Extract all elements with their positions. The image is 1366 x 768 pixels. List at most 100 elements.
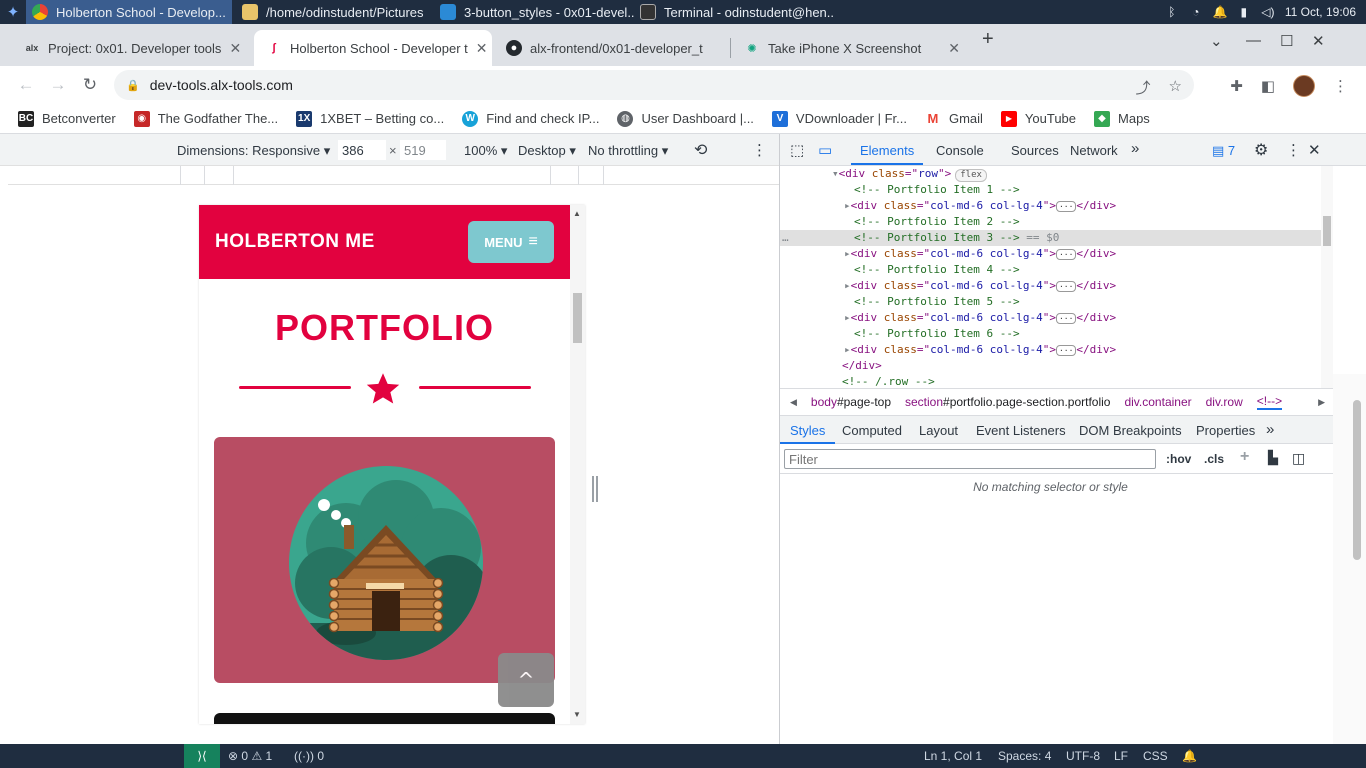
dom-node-line[interactable]: <!-- Portfolio Item 1 --> — [780, 182, 1321, 198]
tab-properties[interactable]: Properties — [1196, 423, 1255, 438]
tab-styles[interactable]: Styles — [790, 423, 825, 438]
indentation[interactable]: Spaces: 4 — [998, 749, 1051, 763]
new-rule-icon[interactable]: + — [1240, 448, 1249, 466]
dimensions-dropdown[interactable]: Dimensions: Responsive ▾ — [177, 143, 330, 159]
dom-line-menu-icon[interactable]: … — [782, 230, 789, 246]
issues-badge[interactable]: ▤ 7 — [1212, 143, 1235, 159]
inspect-element-icon[interactable]: ⬚ — [790, 141, 804, 159]
volume-icon[interactable]: ◁) — [1261, 5, 1275, 19]
scroll-to-top-button[interactable]: ^ — [498, 653, 554, 707]
breadcrumb-item[interactable]: <!--> — [1256, 394, 1283, 410]
site-brand[interactable]: HOLBERTON ME — [215, 231, 375, 253]
expand-arrow-right-icon[interactable]: ▸ — [844, 247, 851, 260]
portfolio-item-card[interactable] — [214, 437, 555, 683]
bookmark-star-icon[interactable]: ☆ — [1169, 77, 1182, 98]
back-button[interactable]: ← — [10, 75, 42, 95]
tab-console[interactable]: Console — [936, 143, 984, 158]
tab-event-listeners[interactable]: Event Listeners — [976, 423, 1066, 438]
wifi-icon[interactable]: ◔ — [1189, 5, 1203, 19]
flex-badge[interactable]: flex — [955, 169, 987, 182]
line-ending[interactable]: LF — [1114, 749, 1128, 763]
dom-scroll-thumb[interactable] — [1323, 216, 1331, 246]
device-type-dropdown[interactable]: Desktop ▾ — [518, 143, 576, 159]
browser-tab-github[interactable]: ● alx-frontend/0x01-developer_t — [494, 30, 730, 66]
browser-tab-project[interactable]: alx Project: 0x01. Developer tools ✕ — [12, 30, 252, 66]
problems-indicator[interactable]: ⊗ 0 ⚠ 1 — [228, 749, 272, 763]
dom-node-line[interactable]: </div> — [780, 358, 1321, 374]
tab-layout[interactable]: Layout — [919, 423, 958, 438]
bookmark-item[interactable]: W Find and check IP... — [462, 110, 599, 127]
bluetooth-icon[interactable]: ᛒ — [1165, 5, 1179, 19]
tab-network[interactable]: Network — [1070, 143, 1118, 158]
collapsed-children-icon[interactable]: ··· — [1055, 201, 1077, 212]
menu-button[interactable]: MENU ≡ — [468, 221, 554, 263]
breadcrumb-scroll-right-icon[interactable]: ▶ — [1318, 397, 1325, 408]
zoom-dropdown[interactable]: 100% ▾ — [464, 143, 507, 159]
dom-node-line[interactable]: <!-- Portfolio Item 5 --> — [780, 294, 1321, 310]
expand-arrow-right-icon[interactable]: ▸ — [844, 311, 851, 324]
close-tab-icon[interactable]: ✕ — [229, 40, 241, 57]
reload-button[interactable]: ↻ — [74, 75, 106, 95]
close-tab-icon[interactable]: ✕ — [476, 40, 488, 57]
bookmark-item[interactable]: ▶ YouTube — [1000, 110, 1076, 127]
taskbar-task-vscode[interactable]: 3-button_styles - 0x01-devel... — [434, 0, 634, 24]
device-more-icon[interactable]: ⋮ — [752, 141, 767, 159]
styles-filter-input[interactable] — [784, 449, 1156, 469]
battery-icon[interactable]: ▮ — [1237, 5, 1251, 19]
expand-arrow-down-icon[interactable]: ▾ — [832, 167, 839, 180]
scroll-up-arrow-icon[interactable]: ▲ — [573, 209, 581, 218]
tab-search-icon[interactable]: ⌄ — [1210, 32, 1223, 50]
class-toggle-button[interactable]: .cls — [1204, 452, 1224, 466]
tab-sources[interactable]: Sources — [1011, 143, 1059, 158]
dom-scrollbar[interactable] — [1321, 166, 1333, 388]
outer-scroll-thumb[interactable] — [1353, 400, 1361, 560]
devtools-more-icon[interactable]: ⋮ — [1286, 141, 1301, 159]
taskbar-task-chrome[interactable]: Holberton School - Develop... — [26, 0, 232, 24]
address-bar[interactable]: 🔒 dev-tools.alx-tools.com ⤴ ☆ — [114, 70, 1194, 100]
rotate-icon[interactable]: ⟲ — [694, 140, 707, 160]
breadcrumb-item[interactable]: div.row — [1206, 395, 1243, 409]
settings-gear-icon[interactable]: ⚙ — [1254, 140, 1268, 160]
os-menu-icon[interactable]: ✦ — [0, 0, 26, 24]
bookmark-item[interactable]: V VDownloader | Fr... — [771, 110, 907, 127]
expand-arrow-right-icon[interactable]: ▸ — [844, 199, 851, 212]
collapsed-children-icon[interactable]: ··· — [1055, 313, 1077, 324]
language-mode[interactable]: CSS — [1143, 749, 1168, 763]
encoding[interactable]: UTF-8 — [1066, 749, 1100, 763]
avatar[interactable] — [1293, 75, 1315, 97]
breadcrumb-scroll-left-icon[interactable]: ◀ — [790, 397, 797, 408]
dom-node-line[interactable]: <!-- Portfolio Item 4 --> — [780, 262, 1321, 278]
collapsed-children-icon[interactable]: ··· — [1055, 345, 1077, 356]
close-devtools-icon[interactable]: ✕ — [1308, 141, 1321, 159]
side-panel-icon[interactable]: ◧ — [1261, 77, 1275, 95]
dom-node-line[interactable]: ▾<div class="row"> flex — [780, 166, 1321, 182]
dom-node-line[interactable]: <!-- /.row --> — [780, 374, 1321, 388]
dom-node-line[interactable]: ▸<div class="col-md-6 col-lg-4"> ··· </div… — [780, 342, 1321, 358]
cursor-position[interactable]: Ln 1, Col 1 — [924, 749, 982, 763]
tab-dom-breakpoints[interactable]: DOM Breakpoints — [1079, 423, 1182, 438]
expand-arrow-right-icon[interactable]: ▸ — [844, 343, 851, 356]
breadcrumb-item[interactable]: section#portfolio.page-section.portfolio — [905, 395, 1110, 409]
ports-indicator[interactable]: ((·)) 0 — [294, 749, 324, 763]
taskbar-task-files[interactable]: /home/odinstudent/Pictures — [236, 0, 434, 24]
extensions-icon[interactable]: ✚ — [1230, 77, 1243, 95]
width-input[interactable] — [338, 140, 386, 160]
bookmark-item[interactable]: ◍ User Dashboard |... — [617, 110, 754, 127]
height-input[interactable] — [400, 140, 446, 160]
hover-state-button[interactable]: :hov — [1166, 452, 1191, 466]
lock-icon[interactable]: 🔒 — [126, 79, 140, 92]
breadcrumb-item[interactable]: body#page-top — [811, 395, 891, 409]
taskbar-task-terminal[interactable]: Terminal - odinstudent@hen... — [634, 0, 834, 24]
device-scroll-thumb[interactable] — [573, 293, 582, 343]
device-toggle-icon[interactable]: ▭ — [818, 141, 832, 159]
maximize-button[interactable]: ☐ — [1280, 32, 1293, 50]
bookmark-item[interactable]: ◆ Maps — [1094, 110, 1150, 127]
close-tab-icon[interactable]: ✕ — [948, 40, 960, 57]
dom-tree[interactable]: ▾<div class="row"> flex <!-- Portfolio Ite… — [780, 166, 1321, 388]
throttling-dropdown[interactable]: No throttling ▾ — [588, 143, 668, 159]
outer-scrollbar[interactable] — [1333, 374, 1366, 744]
dom-node-line[interactable]: ▸<div class="col-md-6 col-lg-4"> ··· </div… — [780, 246, 1321, 262]
collapsed-children-icon[interactable]: ··· — [1055, 281, 1077, 292]
paint-brush-icon[interactable]: ▙ — [1268, 450, 1278, 466]
close-window-button[interactable]: ✕ — [1312, 32, 1325, 50]
